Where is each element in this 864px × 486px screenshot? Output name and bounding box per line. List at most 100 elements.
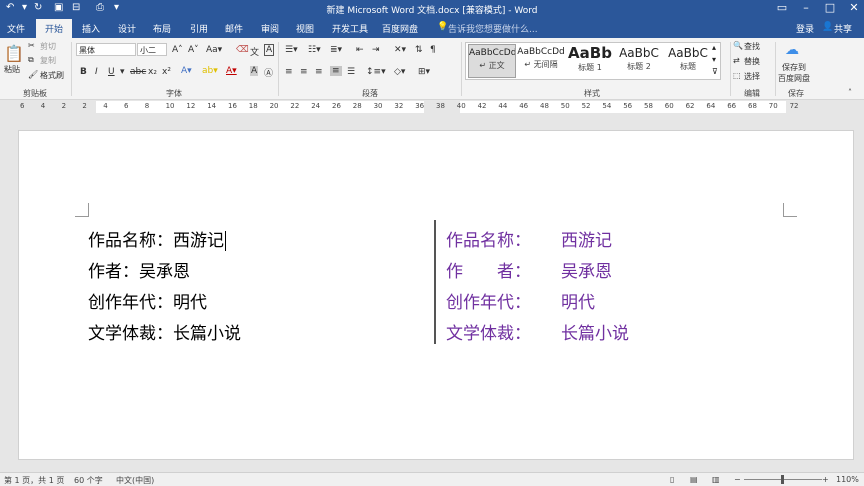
multilevel-list-icon[interactable]: ≣▾ <box>330 45 342 55</box>
right-label-title[interactable]: 作品名称： <box>446 226 531 251</box>
right-value-era[interactable]: 明代 <box>561 288 595 313</box>
close-button[interactable]: ✕ <box>842 1 864 14</box>
baidu-cloud-icon[interactable]: ☁ <box>785 42 799 58</box>
tab-file[interactable]: 文件 <box>7 22 25 35</box>
styles-more-icon[interactable]: ⊽ <box>712 67 718 76</box>
shrink-font-icon[interactable]: A˅ <box>188 45 199 55</box>
right-label-genre[interactable]: 文学体裁： <box>446 319 531 344</box>
align-right-icon[interactable]: ≡ <box>315 67 323 77</box>
tab-design[interactable]: 设计 <box>118 22 136 35</box>
tell-me-box[interactable]: 告诉我您想要做什么... <box>448 22 538 35</box>
bold-icon[interactable]: B <box>80 67 87 77</box>
tab-mailings[interactable]: 邮件 <box>225 22 243 35</box>
copy-button[interactable]: 复制 <box>40 55 56 66</box>
select-icon[interactable]: ⬚ <box>733 71 741 80</box>
text-effects-icon[interactable]: A▾ <box>181 66 192 76</box>
replace-icon[interactable]: ⇄ <box>733 56 740 65</box>
format-painter-button[interactable]: 格式刷 <box>40 70 64 81</box>
cut-icon[interactable]: ✂ <box>28 41 35 50</box>
char-border-icon[interactable]: Ⓐ <box>264 66 273 79</box>
char-shading-icon[interactable]: A <box>250 66 259 76</box>
zoom-slider-thumb[interactable] <box>781 475 784 484</box>
tab-insert[interactable]: 插入 <box>82 22 100 35</box>
share-button[interactable]: 共享 <box>834 22 852 35</box>
minimize-button[interactable]: – <box>794 1 818 14</box>
superscript-icon[interactable]: x² <box>162 67 171 77</box>
format-painter-icon[interactable]: 🖌 <box>28 70 38 79</box>
sort-icon[interactable]: ⇅ <box>415 45 423 55</box>
paste-icon[interactable]: 📋 <box>4 44 24 63</box>
underline-icon[interactable]: U <box>108 67 115 77</box>
tab-view[interactable]: 视图 <box>296 22 314 35</box>
highlight-icon[interactable]: ab▾ <box>202 66 218 76</box>
subscript-icon[interactable]: x₂ <box>148 67 157 77</box>
left-line-genre[interactable]: 文学体裁：长篇小说 <box>88 319 241 344</box>
increase-indent-icon[interactable]: ⇥ <box>372 45 380 55</box>
zoom-out-icon[interactable]: − <box>734 475 741 484</box>
justify-icon[interactable]: ≡ <box>330 66 342 76</box>
right-label-author[interactable]: 作 者： <box>446 257 531 282</box>
right-label-era[interactable]: 创作年代： <box>446 288 531 313</box>
style-normal[interactable]: AaBbCcDd ↵ 正文 <box>468 44 516 78</box>
borders-icon[interactable]: ⊞▾ <box>418 67 430 77</box>
phonetic-guide-icon[interactable]: 文 <box>250 45 259 58</box>
underline-dropdown-icon[interactable]: ▾ <box>120 67 125 77</box>
styles-scroll-up-icon[interactable]: ▴ <box>712 43 716 52</box>
vertical-ruler[interactable] <box>0 113 12 473</box>
maximize-button[interactable]: □ <box>818 1 842 14</box>
align-center-icon[interactable]: ≡ <box>300 67 308 77</box>
tab-home[interactable]: 开始 <box>36 19 72 38</box>
paste-button[interactable]: 粘贴 <box>4 64 20 75</box>
word-count[interactable]: 60 个字 <box>74 475 103 486</box>
left-line-era[interactable]: 创作年代：明代 <box>88 288 207 313</box>
decrease-indent-icon[interactable]: ⇤ <box>356 45 364 55</box>
style-title[interactable]: AaBbC 标题 <box>664 44 712 78</box>
zoom-in-icon[interactable]: + <box>822 475 829 484</box>
tab-references[interactable]: 引用 <box>190 22 208 35</box>
tab-review[interactable]: 审阅 <box>261 22 279 35</box>
right-value-author[interactable]: 吴承恩 <box>561 257 612 282</box>
save-to-baidu-line2[interactable]: 百度网盘 <box>778 73 810 84</box>
cut-button[interactable]: 剪切 <box>40 41 56 52</box>
strikethrough-icon[interactable]: abc <box>130 67 146 77</box>
ribbon-display-icon[interactable]: ▭ <box>770 1 794 14</box>
numbering-icon[interactable]: ☷▾ <box>308 45 321 55</box>
styles-scroll-down-icon[interactable]: ▾ <box>712 55 716 64</box>
print-layout-icon[interactable]: ▤ <box>690 475 698 484</box>
style-heading-1[interactable]: AaBb 标题 1 <box>566 44 614 78</box>
change-case-icon[interactable]: Aa▾ <box>206 45 222 55</box>
enclose-char-icon[interactable]: A <box>264 44 275 56</box>
align-left-icon[interactable]: ≡ <box>285 67 293 77</box>
sign-in-link[interactable]: 登录 <box>796 22 814 35</box>
copy-icon[interactable]: ⧉ <box>28 55 34 65</box>
distributed-icon[interactable]: ☰ <box>347 67 355 77</box>
left-line-author[interactable]: 作者：吴承恩 <box>88 257 190 282</box>
tab-layout[interactable]: 布局 <box>153 22 171 35</box>
find-icon[interactable]: 🔍 <box>733 41 743 50</box>
right-value-genre[interactable]: 长篇小说 <box>561 319 629 344</box>
chinese-layout-icon[interactable]: ✕▾ <box>394 45 406 55</box>
show-marks-icon[interactable]: ¶ <box>430 45 436 55</box>
page-count[interactable]: 第 1 页，共 1 页 <box>4 475 64 486</box>
tab-developer[interactable]: 开发工具 <box>332 22 368 35</box>
bullets-icon[interactable]: ☰▾ <box>285 45 298 55</box>
shading-icon[interactable]: ◇▾ <box>394 67 405 77</box>
right-value-title[interactable]: 西游记 <box>561 226 612 251</box>
style-no-spacing[interactable]: AaBbCcDd ↵ 无间隔 <box>517 44 565 78</box>
zoom-level[interactable]: 110% <box>836 475 859 484</box>
collapse-ribbon-icon[interactable]: ˄ <box>848 88 852 97</box>
style-heading-2[interactable]: AaBbC 标题 2 <box>615 44 663 78</box>
language-indicator[interactable]: 中文(中国) <box>116 475 154 486</box>
web-layout-icon[interactable]: ▥ <box>712 475 720 484</box>
font-size-combo[interactable]: 小二 <box>137 43 167 56</box>
font-color-icon[interactable]: A▾ <box>226 66 237 76</box>
select-button[interactable]: 选择 <box>744 71 760 82</box>
line-spacing-icon[interactable]: ↕≡▾ <box>366 67 386 77</box>
font-name-combo[interactable]: 黑体 <box>76 43 136 56</box>
read-mode-icon[interactable]: ▯ <box>670 475 674 484</box>
grow-font-icon[interactable]: A˄ <box>172 45 183 55</box>
tab-baidu-netdisk[interactable]: 百度网盘 <box>382 22 418 35</box>
italic-icon[interactable]: I <box>95 67 98 77</box>
left-line-title[interactable]: 作品名称：西游记 <box>88 226 226 251</box>
save-to-baidu-line1[interactable]: 保存到 <box>782 62 806 73</box>
